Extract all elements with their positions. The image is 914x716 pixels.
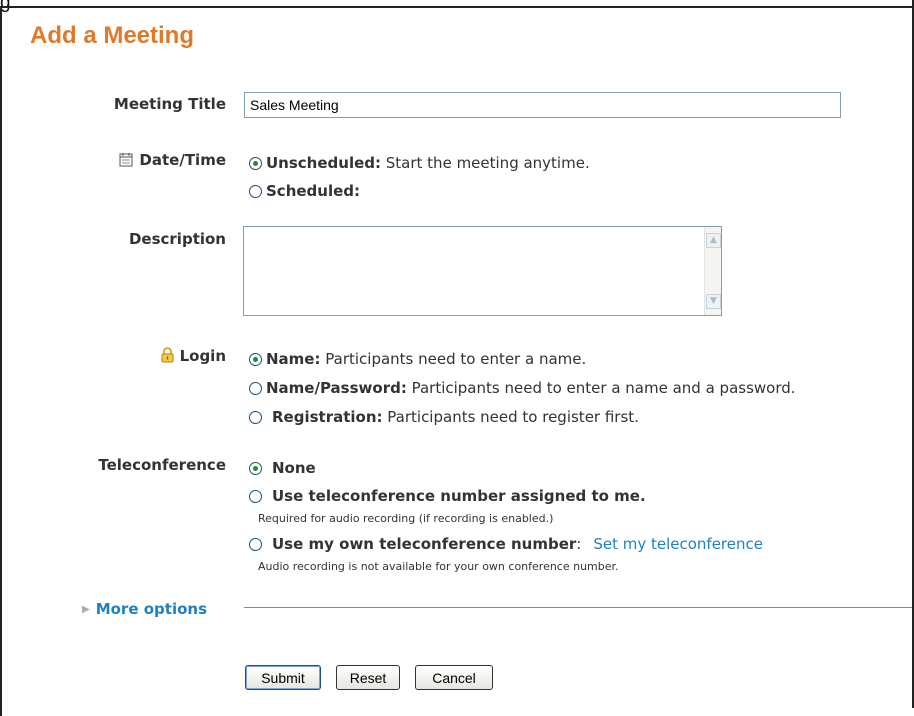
login-name-password-label: Name/Password: [266,379,407,397]
login-label-text: Login [179,347,226,365]
login-registration-radio[interactable] [249,410,262,424]
unscheduled-option[interactable]: Unscheduled: Start the meeting anytime. [249,154,590,172]
description-scrollbar[interactable]: ▲ ▼ [704,227,721,315]
tele-none-label: None [272,459,316,477]
lock-icon [161,347,174,367]
login-name-option[interactable]: Name: Participants need to enter a name. [249,350,586,368]
login-registration-label: Registration: [272,408,383,426]
login-registration-text: Participants need to register first. [382,408,639,426]
datetime-label-text: Date/Time [139,151,226,169]
reset-button[interactable]: Reset [336,665,400,690]
tele-assigned-label: Use teleconference number assigned to me… [272,487,646,505]
tele-own-label: Use my own teleconference number [272,535,577,553]
teleconference-label: Teleconference [98,456,226,474]
tele-assigned-radio[interactable] [249,489,262,503]
login-name-password-text: Participants need to enter a name and a … [406,379,796,397]
login-name-label: Name: [266,350,321,368]
meeting-title-label: Meeting Title [114,95,226,113]
teleconference-label-text: Teleconference [98,456,226,474]
login-name-password-radio[interactable] [249,381,262,395]
scheduled-option[interactable]: Scheduled: [249,182,360,200]
unscheduled-label: Unscheduled: [266,154,381,172]
tele-none-option[interactable]: None [249,459,316,477]
triangle-right-icon: ▶ [82,603,90,615]
tele-own-colon: : [576,535,582,553]
login-name-text: Participants need to enter a name. [320,350,587,368]
calendar-icon [119,152,133,171]
scroll-down-icon[interactable]: ▼ [706,294,721,309]
login-label: Login [161,347,226,367]
more-options-divider [244,607,912,608]
more-options-label: More options [95,600,207,618]
login-name-radio[interactable] [249,352,262,366]
login-name-password-option[interactable]: Name/Password: Participants need to ente… [249,379,796,397]
tele-own-note: Audio recording is not available for you… [258,560,619,573]
scheduled-radio[interactable] [249,184,262,198]
login-registration-option[interactable]: Registration: Participants need to regis… [249,408,639,426]
datetime-label: Date/Time [119,151,226,171]
tele-assigned-note: Required for audio recording (if recordi… [258,512,554,525]
unscheduled-text: Start the meeting anytime. [381,154,590,172]
page-title: Add a Meeting [30,22,195,49]
scheduled-label: Scheduled: [266,182,361,200]
unscheduled-radio[interactable] [249,156,262,170]
tele-own-option[interactable]: Use my own teleconference number : Set m… [249,535,763,553]
cancel-button[interactable]: Cancel [415,665,493,690]
more-options-toggle[interactable]: ▶ More options [82,600,207,618]
tele-none-radio[interactable] [249,461,262,475]
meeting-title-input[interactable] [244,92,841,118]
meeting-title-label-text: Meeting Title [113,95,226,113]
description-textarea[interactable]: ▲ ▼ [243,226,722,316]
description-label: Description [129,230,226,248]
set-my-teleconference-link[interactable]: Set my teleconference [593,535,763,553]
tele-assigned-option[interactable]: Use teleconference number assigned to me… [249,487,646,505]
submit-button[interactable]: Submit [245,665,321,690]
description-label-text: Description [128,230,226,248]
scroll-up-icon[interactable]: ▲ [706,233,721,248]
tele-own-radio[interactable] [249,537,262,551]
